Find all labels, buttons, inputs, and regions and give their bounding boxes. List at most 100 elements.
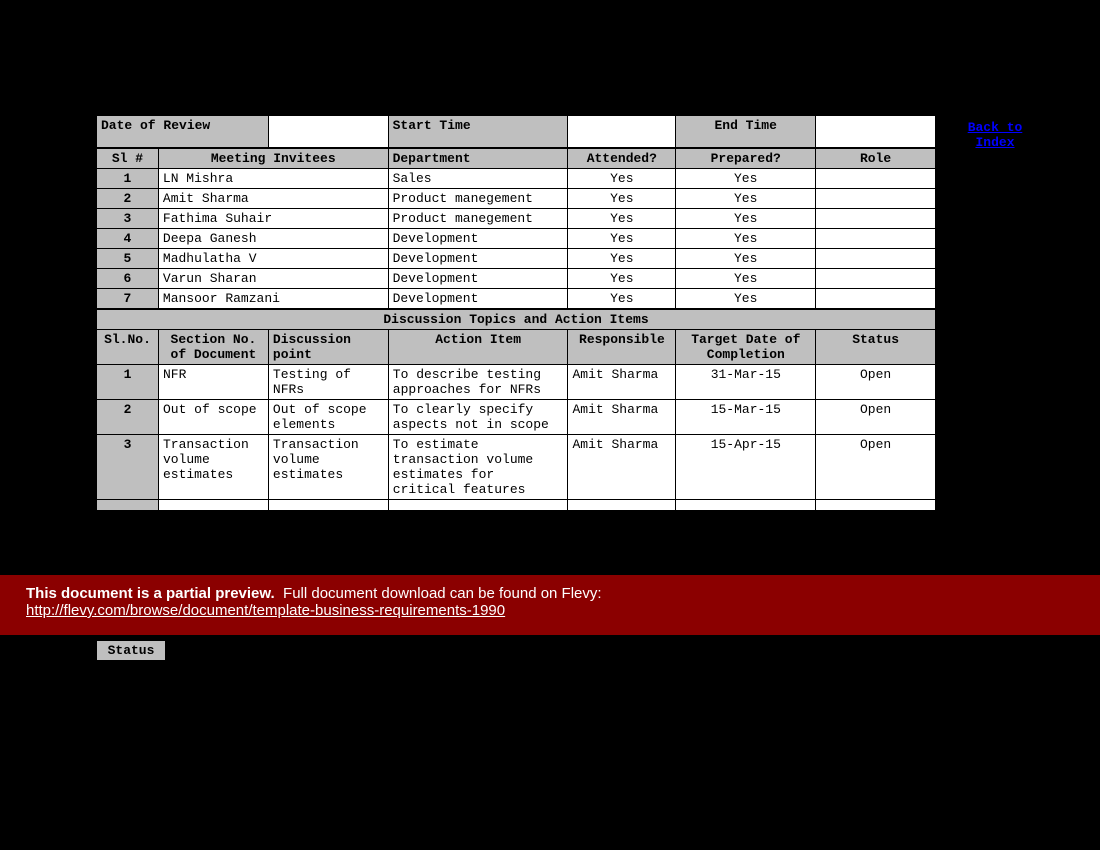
cell-target: 15-Apr-15 bbox=[676, 435, 816, 500]
cell-attended: Yes bbox=[568, 229, 676, 249]
cell-name: LN Mishra bbox=[158, 169, 388, 189]
table-row: 3Transaction volume estimatesTransaction… bbox=[97, 435, 936, 500]
review-header-table: Date of Review Start Time End Time bbox=[96, 115, 936, 148]
cell-point: Transaction volume estimates bbox=[268, 435, 388, 500]
cell-sl: 2 bbox=[97, 400, 159, 435]
col-name: Meeting Invitees bbox=[158, 149, 388, 169]
banner-link[interactable]: http://flevy.com/browse/document/templat… bbox=[26, 602, 505, 619]
cell-dept: Product manegement bbox=[388, 189, 568, 209]
end-time-header: End Time bbox=[676, 116, 816, 148]
cell-dept: Development bbox=[388, 229, 568, 249]
cell-target: 31-Mar-15 bbox=[676, 365, 816, 400]
dcol-section: Section No. of Document bbox=[158, 330, 268, 365]
cell-status: Open bbox=[816, 365, 936, 400]
cell-sl: 5 bbox=[97, 249, 159, 269]
banner-rest: Full document download can be found on F… bbox=[283, 585, 602, 602]
cell-dept: Development bbox=[388, 289, 568, 309]
dcol-responsible: Responsible bbox=[568, 330, 676, 365]
col-attended: Attended? bbox=[568, 149, 676, 169]
cell-name: Mansoor Ramzani bbox=[158, 289, 388, 309]
cell-prepared: Yes bbox=[676, 289, 816, 309]
preview-banner: This document is a partial preview. Full… bbox=[0, 575, 1100, 635]
table-row: 7Mansoor RamzaniDevelopmentYesYes bbox=[97, 289, 936, 309]
cell-section: Out of scope bbox=[158, 400, 268, 435]
dcol-point: Discussion point bbox=[268, 330, 388, 365]
dcol-target: Target Date of Completion bbox=[676, 330, 816, 365]
cell-sl: 2 bbox=[97, 189, 159, 209]
cell-attended: Yes bbox=[568, 189, 676, 209]
date-of-review-value bbox=[268, 116, 388, 148]
cell-role bbox=[816, 249, 936, 269]
cell-responsible: Amit Sharma bbox=[568, 400, 676, 435]
table-row: 1NFRTesting of NFRsTo describe testing a… bbox=[97, 365, 936, 400]
cell-name: Amit Sharma bbox=[158, 189, 388, 209]
cell-sl: 7 bbox=[97, 289, 159, 309]
cell-sl: 3 bbox=[97, 209, 159, 229]
cell-dept: Development bbox=[388, 249, 568, 269]
discussion-title: Discussion Topics and Action Items bbox=[97, 310, 936, 330]
dcol-status: Status bbox=[816, 330, 936, 365]
dcol-sl: Sl.No. bbox=[97, 330, 159, 365]
col-sl: Sl # bbox=[97, 149, 159, 169]
date-of-review-header: Date of Review bbox=[97, 116, 269, 148]
cell-dept: Sales bbox=[388, 169, 568, 189]
cell-prepared: Yes bbox=[676, 189, 816, 209]
cell-dept: Development bbox=[388, 269, 568, 289]
cell-section: NFR bbox=[158, 365, 268, 400]
status-label-cell: Status bbox=[96, 640, 166, 661]
dcol-action: Action Item bbox=[388, 330, 568, 365]
end-time-value bbox=[816, 116, 936, 148]
cell-sl: 3 bbox=[97, 435, 159, 500]
cell-role bbox=[816, 269, 936, 289]
cell-role bbox=[816, 169, 936, 189]
cell-action: To describe testing approaches for NFRs bbox=[388, 365, 568, 400]
table-row: 2Amit SharmaProduct manegementYesYes bbox=[97, 189, 936, 209]
cell-attended: Yes bbox=[568, 169, 676, 189]
cell-attended: Yes bbox=[568, 269, 676, 289]
table-row: 4Deepa GaneshDevelopmentYesYes bbox=[97, 229, 936, 249]
cell-prepared: Yes bbox=[676, 169, 816, 189]
cell-sl: 4 bbox=[97, 229, 159, 249]
cell-point: Testing of NFRs bbox=[268, 365, 388, 400]
cell-status: Open bbox=[816, 435, 936, 500]
cell-name: Varun Sharan bbox=[158, 269, 388, 289]
cell-prepared: Yes bbox=[676, 269, 816, 289]
col-dept: Department bbox=[388, 149, 568, 169]
cell-prepared: Yes bbox=[676, 229, 816, 249]
cell-section: Transaction volume estimates bbox=[158, 435, 268, 500]
table-row: 1LN MishraSalesYesYes bbox=[97, 169, 936, 189]
cell-name: Madhulatha V bbox=[158, 249, 388, 269]
invitees-table: Sl # Meeting Invitees Department Attende… bbox=[96, 148, 936, 309]
cell-point: Out of scope elements bbox=[268, 400, 388, 435]
table-row: 6Varun SharanDevelopmentYesYes bbox=[97, 269, 936, 289]
cell-attended: Yes bbox=[568, 209, 676, 229]
cell-prepared: Yes bbox=[676, 249, 816, 269]
cell-sl: 1 bbox=[97, 365, 159, 400]
cell-attended: Yes bbox=[568, 289, 676, 309]
cell-responsible: Amit Sharma bbox=[568, 435, 676, 500]
cell-status: Open bbox=[816, 400, 936, 435]
cell-role bbox=[816, 289, 936, 309]
cell-name: Fathima Suhair bbox=[158, 209, 388, 229]
banner-bold: This document is a partial preview. bbox=[26, 585, 275, 602]
discussion-table: Discussion Topics and Action Items Sl.No… bbox=[96, 309, 936, 510]
table-row: 5Madhulatha VDevelopmentYesYes bbox=[97, 249, 936, 269]
cell-prepared: Yes bbox=[676, 209, 816, 229]
table-row: 3Fathima SuhairProduct manegementYesYes bbox=[97, 209, 936, 229]
cell-name: Deepa Ganesh bbox=[158, 229, 388, 249]
cell-dept: Product manegement bbox=[388, 209, 568, 229]
col-prepared: Prepared? bbox=[676, 149, 816, 169]
back-to-index-link[interactable]: Back to Index bbox=[960, 120, 1030, 150]
start-time-header: Start Time bbox=[388, 116, 568, 148]
cell-attended: Yes bbox=[568, 249, 676, 269]
cell-sl: 1 bbox=[97, 169, 159, 189]
cell-sl: 6 bbox=[97, 269, 159, 289]
cell-target: 15-Mar-15 bbox=[676, 400, 816, 435]
cell-action: To clearly specify aspects not in scope bbox=[388, 400, 568, 435]
cell-responsible: Amit Sharma bbox=[568, 365, 676, 400]
cell-role bbox=[816, 229, 936, 249]
cell-action: To estimate transaction volume estimates… bbox=[388, 435, 568, 500]
col-role: Role bbox=[816, 149, 936, 169]
cell-role bbox=[816, 209, 936, 229]
table-row: 2Out of scopeOut of scope elementsTo cle… bbox=[97, 400, 936, 435]
